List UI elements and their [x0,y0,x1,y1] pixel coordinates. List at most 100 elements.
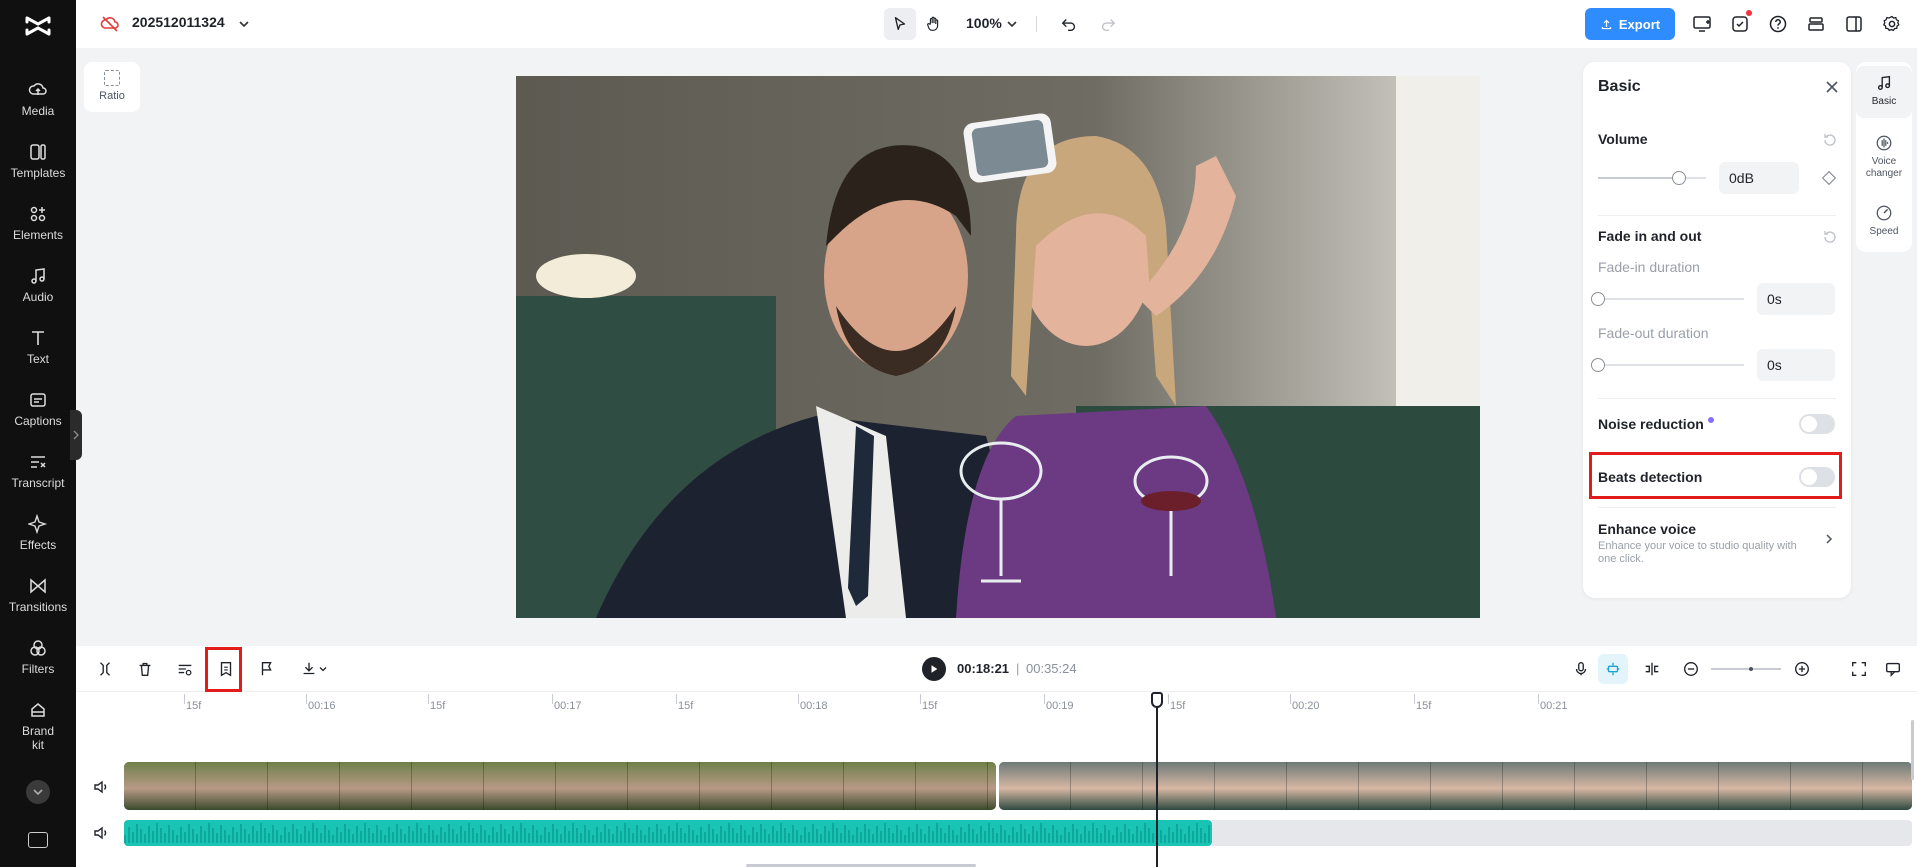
fit-timeline-button[interactable] [1848,658,1870,680]
waveform-bar [424,833,426,843]
playhead-handle[interactable] [1151,692,1163,708]
volume-value-field[interactable]: 0dB [1719,162,1799,194]
waveform-bar [860,832,862,843]
video-clip[interactable] [999,762,1912,810]
waveform-bar [1136,826,1138,843]
waveform-bar [1064,827,1066,843]
layers-button[interactable] [1804,12,1828,36]
timeline-zoom-slider[interactable] [1711,667,1781,671]
notifications-button[interactable] [1728,10,1752,36]
undo-button[interactable] [1053,8,1085,40]
expand-sidebar-button[interactable] [26,780,50,804]
timeline-settings-button[interactable] [1882,658,1904,680]
sidebar-item-transcript[interactable]: Transcript [0,452,76,512]
zoom-in-button[interactable] [1791,658,1813,680]
marker-button[interactable] [256,658,278,680]
sidebar-item-audio[interactable]: Audio [0,266,76,326]
waveform-bar [952,830,954,843]
timeline-vertical-scrollbar[interactable] [1911,720,1914,780]
sidebar-item-filters[interactable]: Filters [0,638,76,698]
timeline-ruler[interactable]: 15f 00:16 15f 00:17 15f 00:18 15f 00:19 … [124,692,1917,716]
speaker-icon[interactable] [92,778,110,796]
zoom-slider-thumb[interactable] [1749,667,1753,671]
waveform-bar [1008,835,1010,843]
present-button[interactable] [1690,12,1714,36]
volume-slider[interactable] [1598,171,1706,185]
waveform-bar [588,830,590,843]
sidebar-collapse-handle[interactable] [70,410,82,460]
close-icon[interactable] [1823,78,1841,96]
waveform-bar [536,830,538,843]
fade-in-slider[interactable] [1591,292,1744,306]
waveform-bar [688,825,690,843]
chevron-down-icon[interactable] [236,16,252,32]
waveform-bar [380,830,382,843]
delete-button[interactable] [134,658,156,680]
keyframe-diamond-icon[interactable] [1821,170,1837,186]
rail-tab-speed[interactable]: Speed [1856,204,1912,238]
cloud-off-icon[interactable] [100,14,120,34]
enhance-voice-label[interactable]: Enhance voice [1598,521,1696,537]
select-tool-button[interactable] [884,8,916,40]
keyboard-shortcuts-icon[interactable] [28,832,48,848]
sidebar-item-elements[interactable]: Elements [0,204,76,264]
settings-button[interactable] [1880,12,1904,36]
redo-button[interactable] [1092,8,1124,40]
chevron-right-icon[interactable] [1823,532,1835,546]
auto-snap-button[interactable] [1598,654,1628,684]
sidebar-item-transitions[interactable]: Transitions [0,576,76,636]
playhead[interactable] [1156,694,1158,867]
fade-out-slider[interactable] [1591,358,1744,372]
capcut-logo-icon[interactable] [22,10,54,42]
waveform-bar [140,829,142,843]
rail-tab-basic[interactable]: Basic [1856,66,1912,118]
noise-reduction-toggle[interactable] [1799,414,1835,434]
sidebar-item-brand-kit[interactable]: Brand kit [0,700,76,760]
volume-slider-thumb[interactable] [1672,171,1686,185]
zoom-out-button[interactable] [1680,658,1702,680]
waveform-bar [1060,835,1062,843]
sidebar-item-effects[interactable]: Effects [0,514,76,574]
chevron-down-icon[interactable] [1004,16,1020,32]
hand-tool-button[interactable] [918,8,950,40]
waveform-bar [828,831,830,843]
waveform-bar [1200,828,1202,843]
ratio-button[interactable]: Ratio [84,62,140,112]
fade-out-value-field[interactable]: 0s [1757,349,1835,381]
record-voiceover-button[interactable] [1570,658,1592,680]
video-clip[interactable] [124,762,996,810]
waveform-bar [456,834,458,843]
reset-icon[interactable] [1822,229,1838,245]
help-button[interactable] [1766,12,1790,36]
waveform-bar [876,826,878,843]
project-name[interactable]: 202512011324 [132,14,225,30]
sidebar-item-captions[interactable]: Captions [0,390,76,450]
export-button[interactable]: Export [1585,8,1675,40]
audio-clip[interactable] [124,820,1212,846]
zoom-level[interactable]: 100% [966,15,1002,31]
video-preview[interactable] [516,76,1480,618]
speaker-icon[interactable] [92,824,110,842]
fade-in-slider-thumb[interactable] [1591,292,1605,306]
clip-thumbnail [1143,762,1215,810]
play-button[interactable] [922,657,946,681]
fade-out-slider-thumb[interactable] [1591,358,1605,372]
waveform-bar [448,824,450,843]
edit-clip-button[interactable] [174,658,196,680]
timeline[interactable]: 15f 00:16 15f 00:17 15f 00:18 15f 00:19 … [76,692,1917,867]
split-view-button[interactable] [1641,658,1663,680]
sidebar-item-text[interactable]: Text [0,328,76,388]
download-menu-button[interactable] [296,658,332,680]
rail-tab-voice-changer[interactable]: Voice changer [1856,134,1912,180]
reset-icon[interactable] [1822,132,1838,148]
fade-in-value-field[interactable]: 0s [1757,283,1835,315]
ruler-label: 00:19 [1046,700,1074,712]
sidebar-item-templates[interactable]: Templates [0,142,76,202]
waveform-bar [868,829,870,843]
split-button[interactable] [94,658,116,680]
layout-button[interactable] [1842,12,1866,36]
volume-label: Volume [1598,131,1648,147]
waveform-bar [508,834,510,843]
sidebar-item-media[interactable]: Media [0,80,76,140]
waveform-bar [704,832,706,843]
